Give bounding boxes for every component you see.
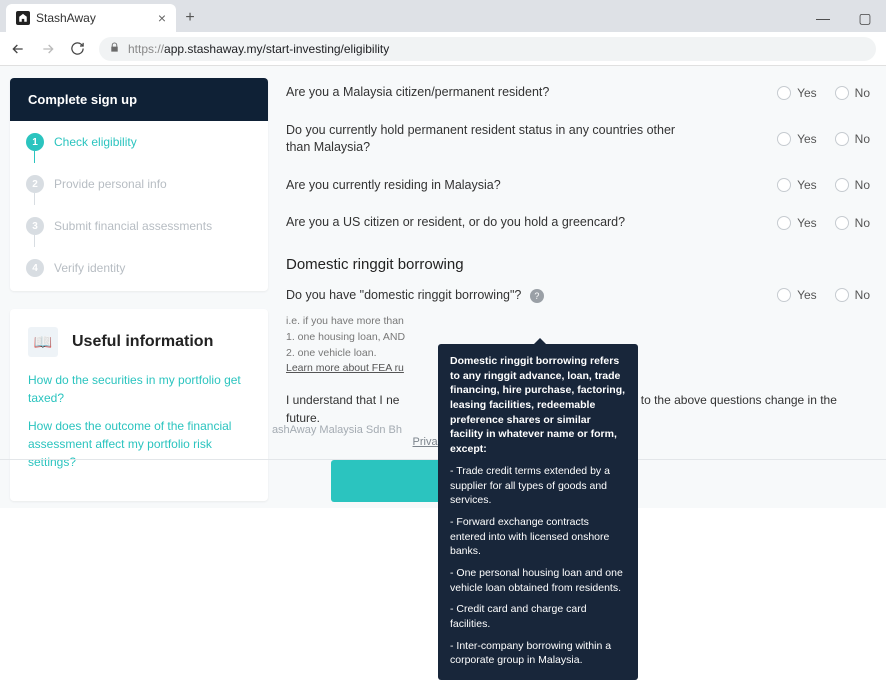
help-icon[interactable]: ? <box>530 289 544 303</box>
question-residing: Are you currently residing in Malaysia? … <box>286 167 870 205</box>
radio-no[interactable]: No <box>835 86 870 100</box>
step-connector <box>34 151 35 163</box>
radio-yes[interactable]: Yes <box>777 178 817 192</box>
lock-icon <box>109 42 120 56</box>
question-text: Are you a Malaysia citizen/permanent res… <box>286 84 549 102</box>
radio-no[interactable]: No <box>835 216 870 230</box>
info-link-taxes[interactable]: How do the securities in my portfolio ge… <box>28 371 250 407</box>
step-number: 1 <box>26 133 44 151</box>
forward-button[interactable] <box>40 41 56 57</box>
window-controls: — ▢ <box>802 4 886 32</box>
tooltip-item: - Inter-company borrowing within a corpo… <box>450 639 626 668</box>
browser-tab[interactable]: StashAway × <box>6 4 176 32</box>
browser-toolbar: https://app.stashaway.my/start-investing… <box>0 32 886 66</box>
radio-no[interactable]: No <box>835 178 870 192</box>
step-number: 3 <box>26 217 44 235</box>
step-personal-info[interactable]: 2 Provide personal info <box>10 163 268 193</box>
back-button[interactable] <box>10 41 26 57</box>
new-tab-button[interactable]: + <box>176 4 204 32</box>
step-label: Provide personal info <box>54 177 167 191</box>
step-connector <box>34 235 35 247</box>
radio-no[interactable]: No <box>835 132 870 146</box>
section-title: Domestic ringgit borrowing <box>286 256 870 273</box>
info-title: Useful information <box>72 333 213 351</box>
step-label: Check eligibility <box>54 135 137 149</box>
help-tooltip: Domestic ringgit borrowing refers to any… <box>438 344 638 680</box>
question-text: Are you a US citizen or resident, or do … <box>286 214 625 232</box>
step-label: Submit financial assessments <box>54 219 212 233</box>
step-connector <box>34 193 35 205</box>
tab-title: StashAway <box>36 11 96 25</box>
step-number: 4 <box>26 259 44 277</box>
step-check-eligibility[interactable]: 1 Check eligibility <box>10 121 268 151</box>
tooltip-item: - Credit card and charge card facilities… <box>450 602 626 631</box>
tab-bar: StashAway × + — ▢ <box>0 0 886 32</box>
step-financial-assessments[interactable]: 3 Submit financial assessments <box>10 205 268 235</box>
radio-no[interactable]: No <box>835 288 870 302</box>
close-tab-icon[interactable]: × <box>158 10 166 26</box>
radio-yes[interactable]: Yes <box>777 288 817 302</box>
url-text: https://app.stashaway.my/start-investing… <box>128 42 389 56</box>
progress-card: Complete sign up 1 Check eligibility 2 P… <box>10 78 268 291</box>
address-bar[interactable]: https://app.stashaway.my/start-investing… <box>99 37 876 61</box>
learn-more-link[interactable]: Learn more about FEA ru <box>286 362 404 374</box>
question-pr-other: Do you currently hold permanent resident… <box>286 112 870 167</box>
reload-button[interactable] <box>70 41 85 56</box>
progress-header: Complete sign up <box>10 78 268 121</box>
useful-info-card: 📖 Useful information How do the securiti… <box>10 309 268 501</box>
question-citizen: Are you a Malaysia citizen/permanent res… <box>286 74 870 112</box>
favicon-icon <box>16 11 30 25</box>
minimize-button[interactable]: — <box>802 4 844 32</box>
tooltip-item: - Trade credit terms extended by a suppl… <box>450 464 626 508</box>
question-text: Are you currently residing in Malaysia? <box>286 177 501 195</box>
tooltip-item: - Forward exchange contracts entered int… <box>450 515 626 559</box>
book-icon: 📖 <box>28 327 58 357</box>
step-verify-identity[interactable]: 4 Verify identity <box>10 247 268 277</box>
step-number: 2 <box>26 175 44 193</box>
question-us-citizen: Are you a US citizen or resident, or do … <box>286 204 870 242</box>
radio-yes[interactable]: Yes <box>777 132 817 146</box>
page-content: Complete sign up 1 Check eligibility 2 P… <box>0 66 886 508</box>
radio-yes[interactable]: Yes <box>777 86 817 100</box>
maximize-button[interactable]: ▢ <box>844 4 886 32</box>
tooltip-heading: Domestic ringgit borrowing refers to any… <box>450 354 626 457</box>
question-text: Do you currently hold permanent resident… <box>286 122 686 157</box>
step-label: Verify identity <box>54 261 125 275</box>
question-ringgit-borrowing: Do you have "domestic ringgit borrowing"… <box>286 277 870 315</box>
question-text: Do you have "domestic ringgit borrowing"… <box>286 287 544 305</box>
tooltip-item: - One personal housing loan and one vehi… <box>450 566 626 595</box>
radio-yes[interactable]: Yes <box>777 216 817 230</box>
